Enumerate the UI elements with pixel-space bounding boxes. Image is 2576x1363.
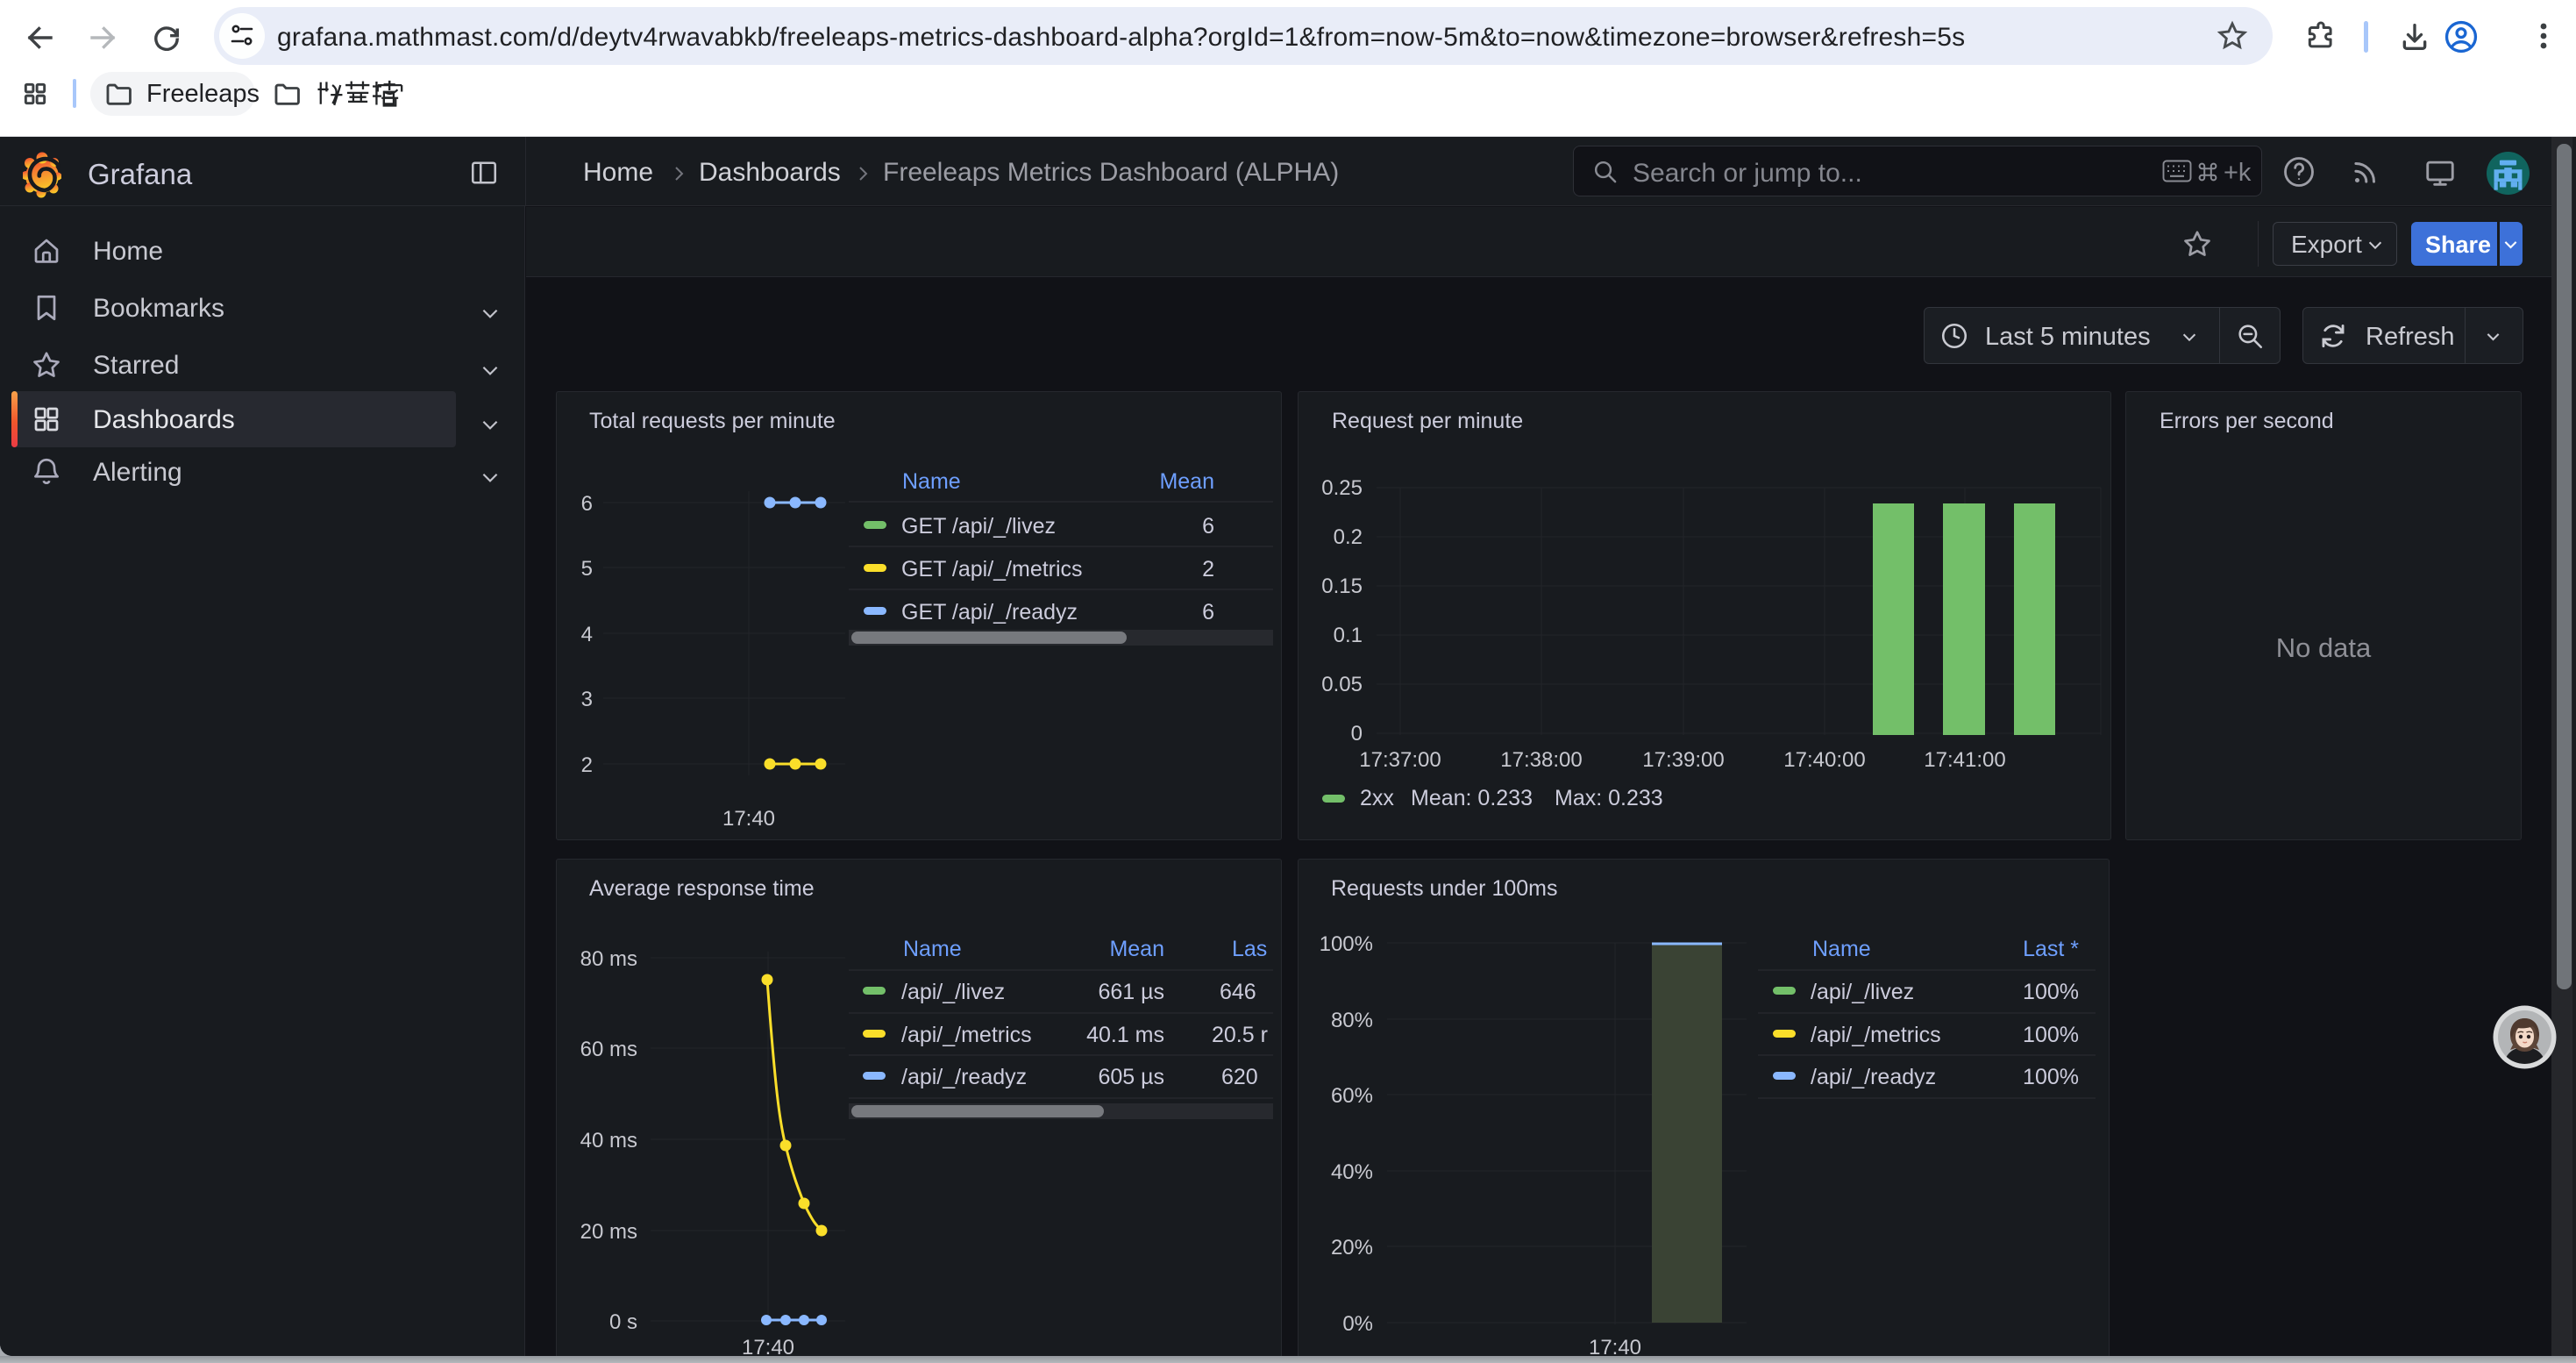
svg-text:/api/_/livez: /api/_/livez [1811, 980, 1914, 1004]
svg-text:0.05: 0.05 [1321, 673, 1363, 696]
svg-text:Name: Name [903, 937, 962, 961]
svg-text:0.1: 0.1 [1334, 624, 1363, 647]
svg-text:17:37:00: 17:37:00 [1359, 748, 1441, 772]
svg-text:Max: 0.233: Max: 0.233 [1555, 786, 1663, 810]
svg-text:4: 4 [581, 623, 593, 646]
svg-text:620: 620 [1221, 1065, 1258, 1089]
svg-text:60 ms: 60 ms [580, 1038, 637, 1061]
svg-text:60%: 60% [1331, 1084, 1373, 1108]
svg-text:/api/_/livez: /api/_/livez [901, 980, 1005, 1004]
svg-text:Name: Name [902, 469, 961, 494]
svg-text:605 µs: 605 µs [1098, 1065, 1164, 1089]
svg-text:/api/_/readyz: /api/_/readyz [1811, 1065, 1936, 1089]
svg-text:0.2: 0.2 [1334, 525, 1363, 549]
svg-text:100%: 100% [2023, 1065, 2079, 1089]
svg-text:100%: 100% [2023, 1023, 2079, 1047]
svg-text:0.15: 0.15 [1321, 574, 1363, 598]
svg-text:2: 2 [1202, 557, 1214, 582]
svg-text:Mean: Mean [1159, 469, 1214, 494]
svg-text:/api/_/metrics: /api/_/metrics [901, 1023, 1032, 1047]
svg-text:40%: 40% [1331, 1160, 1373, 1184]
svg-text:GET /api/_/metrics: GET /api/_/metrics [901, 557, 1083, 582]
svg-text:17:40:00: 17:40:00 [1783, 748, 1865, 772]
svg-text:6: 6 [1202, 514, 1214, 539]
svg-text:661 µs: 661 µs [1098, 980, 1164, 1004]
svg-text:0%: 0% [1342, 1312, 1373, 1336]
svg-text:17:38:00: 17:38:00 [1500, 748, 1582, 772]
svg-text:20 ms: 20 ms [580, 1220, 637, 1244]
svg-text:100%: 100% [1320, 932, 1373, 956]
svg-text:20.5 r: 20.5 r [1212, 1023, 1268, 1047]
svg-text:0.25: 0.25 [1321, 476, 1363, 500]
svg-text:80 ms: 80 ms [580, 947, 637, 971]
svg-text:100%: 100% [2023, 980, 2079, 1004]
svg-text:80%: 80% [1331, 1009, 1373, 1032]
svg-text:17:40: 17:40 [722, 807, 775, 831]
svg-text:6: 6 [1202, 600, 1214, 624]
svg-text:2: 2 [581, 753, 593, 777]
svg-text:Mean: Mean [1109, 937, 1164, 961]
svg-text:/api/_/metrics: /api/_/metrics [1811, 1023, 1941, 1047]
svg-text:2xx: 2xx [1360, 786, 1394, 810]
svg-text:GET /api/_/readyz: GET /api/_/readyz [901, 600, 1078, 624]
svg-text:GET /api/_/livez: GET /api/_/livez [901, 514, 1056, 539]
svg-text:3: 3 [581, 688, 593, 711]
svg-text:Mean: 0.233: Mean: 0.233 [1411, 786, 1533, 810]
svg-text:0: 0 [1351, 722, 1363, 746]
svg-text:0 s: 0 s [609, 1310, 637, 1334]
svg-text:Name: Name [1812, 937, 1871, 961]
svg-text:40 ms: 40 ms [580, 1129, 637, 1152]
svg-text:5: 5 [581, 557, 593, 581]
svg-text:646: 646 [1220, 980, 1256, 1004]
svg-text:17:39:00: 17:39:00 [1642, 748, 1724, 772]
svg-text:6: 6 [581, 492, 593, 516]
svg-text:Las: Las [1232, 937, 1267, 961]
svg-text:Last *: Last * [2023, 937, 2079, 961]
svg-text:40.1 ms: 40.1 ms [1086, 1023, 1164, 1047]
svg-text:17:41:00: 17:41:00 [1924, 748, 2005, 772]
svg-text:/api/_/readyz: /api/_/readyz [901, 1065, 1027, 1089]
svg-text:20%: 20% [1331, 1236, 1373, 1260]
